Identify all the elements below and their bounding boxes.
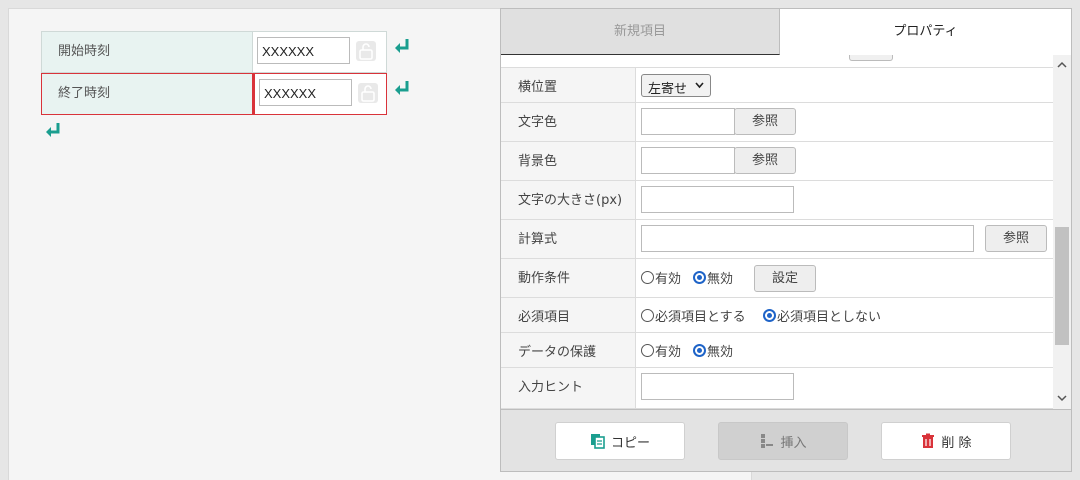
radio-label: 無効 xyxy=(707,345,734,360)
scroll-down-icon[interactable] xyxy=(1053,391,1071,407)
tab-new-item[interactable]: 新規項目 xyxy=(501,9,780,55)
field-label: 終了時刻 xyxy=(41,73,253,115)
action-enabled-radio[interactable]: 有効 xyxy=(641,268,681,287)
properties-panel: 新規項目 プロパティ 横位置 左寄せ 文字色 参照 背景色 参照 文字の大きさ(… xyxy=(500,8,1072,472)
bg-color-browse-button[interactable]: 参照 xyxy=(734,147,796,174)
font-size-input[interactable] xyxy=(641,186,794,213)
required-yes-radio[interactable]: 必須項目とする xyxy=(641,306,746,325)
field-label: 開始時刻 xyxy=(41,31,253,73)
radio-label: 有効 xyxy=(655,272,682,287)
line-break-icon[interactable] xyxy=(393,37,411,55)
form-row-start-time[interactable]: 開始時刻 XXXXXX xyxy=(41,31,387,73)
prop-row-h-align: 横位置 左寄せ xyxy=(501,67,1053,102)
line-break-icon[interactable] xyxy=(393,79,411,97)
scroll-up-icon[interactable] xyxy=(1053,57,1071,73)
button-label: コピー xyxy=(610,435,650,451)
prop-row-action: 動作条件 有効 無効 設定 xyxy=(501,258,1053,297)
radio-label: 有効 xyxy=(655,345,682,360)
scrollbar-thumb[interactable] xyxy=(1055,227,1069,345)
prop-label: 横位置 xyxy=(501,68,636,102)
text-color-input[interactable] xyxy=(641,108,735,135)
trash-icon xyxy=(922,433,935,448)
start-time-input[interactable]: XXXXXX xyxy=(257,37,350,64)
h-align-select[interactable]: 左寄せ xyxy=(641,74,711,97)
radio-circle-selected xyxy=(693,271,706,284)
prop-label: 文字の大きさ(px) xyxy=(501,181,636,219)
formula-input[interactable] xyxy=(641,225,974,252)
radio-label: 必須項目とする xyxy=(655,310,746,325)
insert-icon xyxy=(761,434,774,448)
unlock-icon[interactable] xyxy=(358,83,378,103)
copy-button[interactable]: コピー xyxy=(555,422,685,460)
copy-icon xyxy=(590,434,605,449)
radio-label: 必須項目としない xyxy=(777,310,882,325)
action-disabled-radio[interactable]: 無効 xyxy=(693,268,733,287)
panel-footer: コピー 挿入 削 除 xyxy=(501,409,1071,471)
prop-label: 必須項目 xyxy=(501,298,636,332)
prop-row-bg-color: 背景色 参照 xyxy=(501,141,1053,180)
properties-list: 横位置 左寄せ 文字色 参照 背景色 参照 文字の大きさ(px) 計算式 参照 xyxy=(501,55,1053,409)
radio-circle xyxy=(641,344,654,357)
field-value-cell: XXXXXX xyxy=(253,31,387,73)
form-row-end-time[interactable]: 終了時刻 XXXXXX xyxy=(41,73,387,115)
action-settings-button[interactable]: 設定 xyxy=(754,265,816,292)
prop-label: 背景色 xyxy=(501,142,636,180)
prop-row-hint: 入力ヒント xyxy=(501,367,1053,409)
prop-label: 動作条件 xyxy=(501,259,636,297)
delete-button[interactable]: 削 除 xyxy=(881,422,1011,460)
prop-label: 文字色 xyxy=(501,103,636,141)
chevron-down-icon xyxy=(695,82,704,89)
select-value: 左寄せ xyxy=(648,82,688,97)
prop-row-formula: 計算式 参照 xyxy=(501,219,1053,258)
text-color-browse-button[interactable]: 参照 xyxy=(734,108,796,135)
button-label: 挿入 xyxy=(780,435,807,451)
prop-row-required: 必須項目 必須項目とする 必須項目としない xyxy=(501,297,1053,332)
protect-disabled-radio[interactable]: 無効 xyxy=(693,341,733,360)
button-label: 削 除 xyxy=(941,435,972,451)
prop-row-protect: データの保護 有効 無効 xyxy=(501,332,1053,367)
line-break-icon[interactable] xyxy=(44,121,62,139)
hint-input[interactable] xyxy=(641,373,794,400)
protect-enabled-radio[interactable]: 有効 xyxy=(641,341,681,360)
radio-circle xyxy=(641,309,654,322)
end-time-input[interactable]: XXXXXX xyxy=(259,79,352,106)
unlock-icon[interactable] xyxy=(356,41,376,61)
tab-properties[interactable]: プロパティ xyxy=(780,9,1071,55)
prop-label: データの保護 xyxy=(501,333,636,367)
radio-circle-selected xyxy=(693,344,706,357)
prop-label: 入力ヒント xyxy=(501,368,636,408)
partial-button[interactable] xyxy=(849,55,893,61)
prop-row-text-color: 文字色 参照 xyxy=(501,102,1053,141)
radio-label: 無効 xyxy=(707,272,734,287)
required-no-radio[interactable]: 必須項目としない xyxy=(763,306,881,325)
radio-circle-selected xyxy=(763,309,776,322)
prop-label: 計算式 xyxy=(501,220,636,258)
radio-circle xyxy=(641,271,654,284)
panel-tabs: 新規項目 プロパティ xyxy=(501,9,1071,55)
bg-color-input[interactable] xyxy=(641,147,735,174)
formula-browse-button[interactable]: 参照 xyxy=(985,225,1047,252)
prop-row-font-size: 文字の大きさ(px) xyxy=(501,180,1053,219)
insert-button[interactable]: 挿入 xyxy=(718,422,848,460)
properties-scrollbar[interactable] xyxy=(1053,55,1071,409)
field-value-cell: XXXXXX xyxy=(253,73,387,115)
